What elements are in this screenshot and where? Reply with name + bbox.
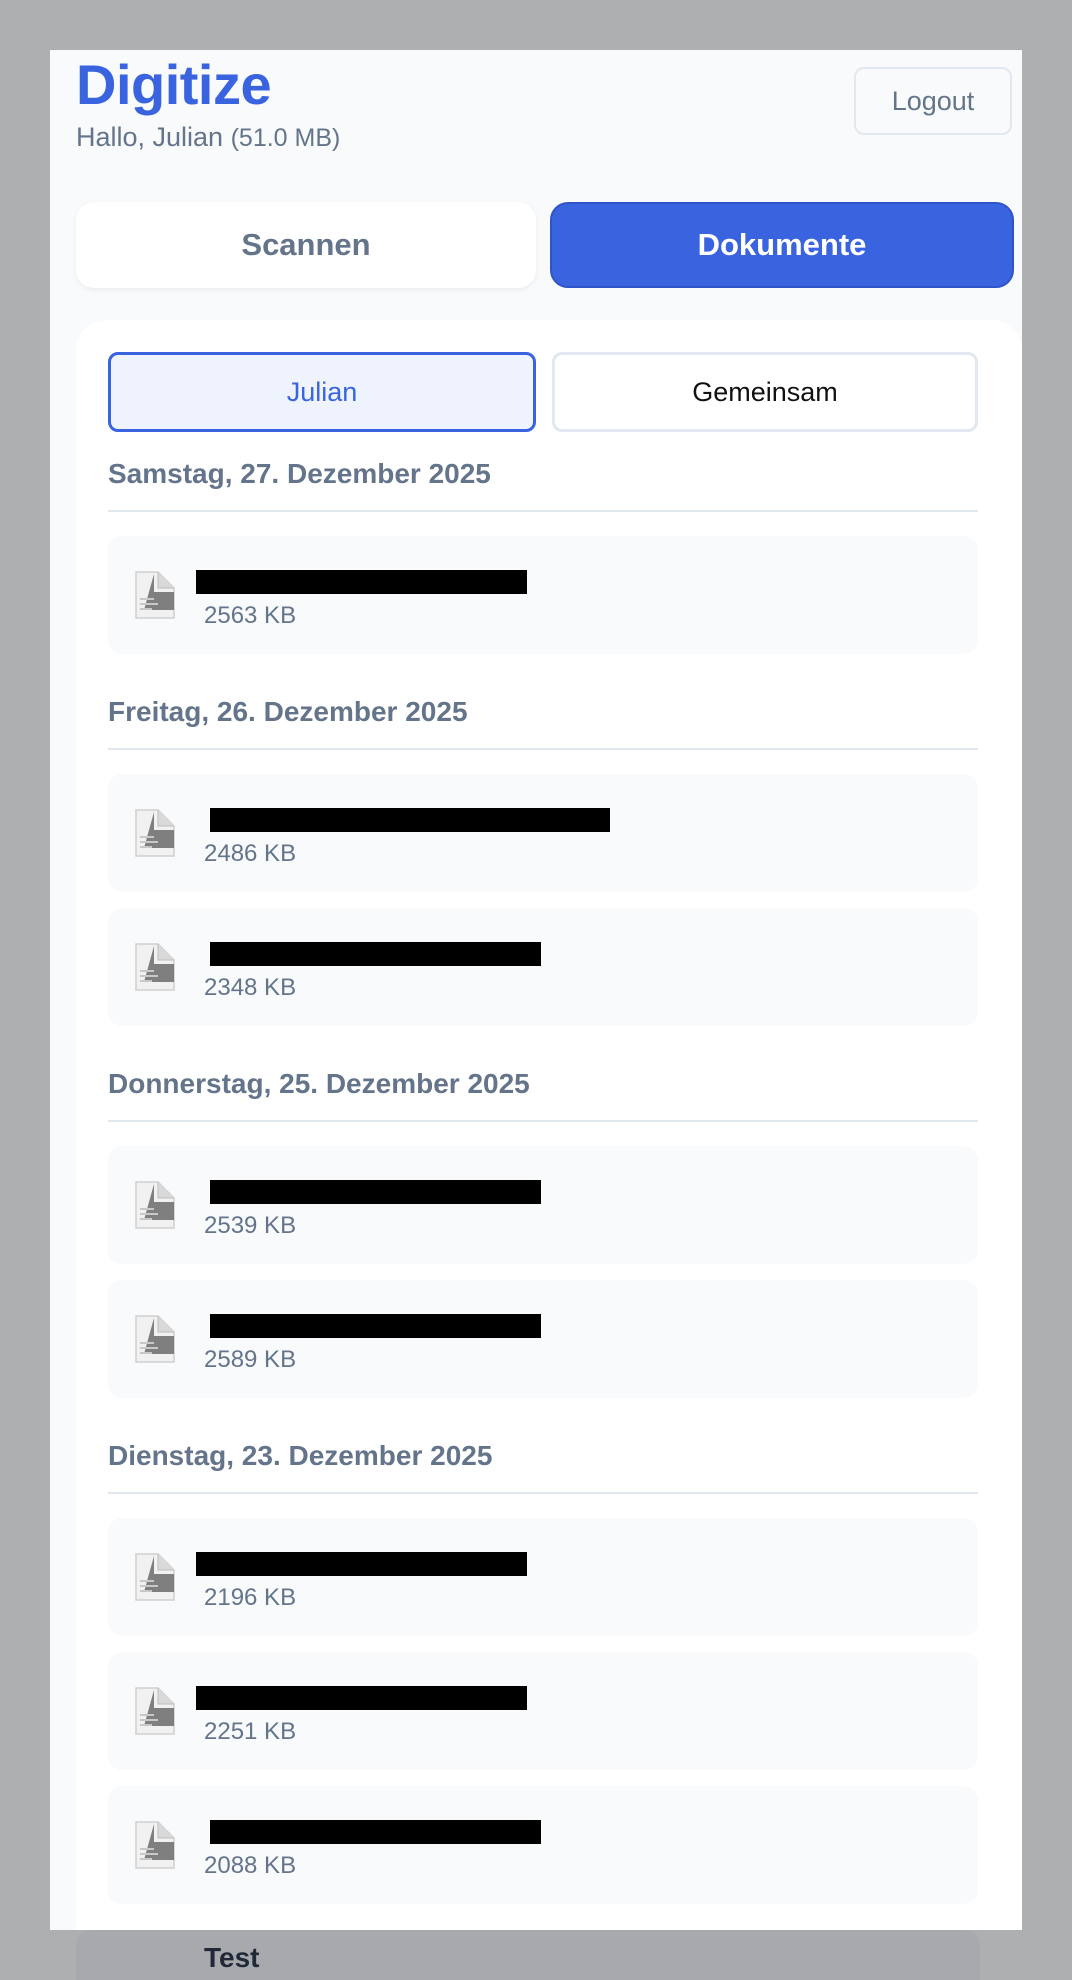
document-thumbnail-icon [134, 570, 176, 620]
document-name-redacted [210, 1314, 541, 1338]
logout-button[interactable]: Logout [854, 67, 1012, 135]
app-title: Digitize [76, 53, 272, 116]
app-frame: Digitize Hallo, Julian (51.0 MB) Logout … [50, 50, 1022, 1930]
tab-shared[interactable]: Gemeinsam [552, 352, 978, 432]
document-thumbnail-icon [134, 1820, 176, 1870]
document-item[interactable]: 2348 KB [108, 908, 978, 1026]
greeting-text: Hallo, Julian [76, 122, 224, 152]
document-item[interactable]: 2589 KB [108, 1280, 978, 1398]
date-group: Samstag, 27. Dezember 2025 2563 KB [108, 458, 978, 654]
document-name-redacted [196, 1552, 527, 1576]
document-name-redacted [210, 942, 541, 966]
documents-panel: Julian Gemeinsam Samstag, 27. Dezember 2… [76, 320, 1022, 1930]
date-group-header: Donnerstag, 25. Dezember 2025 [108, 1068, 978, 1122]
date-group: Freitag, 26. Dezember 2025 2486 KB 2348 KB [108, 696, 978, 1026]
document-name-redacted [210, 808, 610, 832]
date-group-header: Samstag, 27. Dezember 2025 [108, 458, 978, 512]
document-size: 2589 KB [204, 1346, 297, 1373]
document-size: 2251 KB [204, 1718, 297, 1745]
header: Digitize Hallo, Julian (51.0 MB) Logout [76, 50, 1012, 160]
greeting: Hallo, Julian (51.0 MB) [76, 122, 340, 153]
document-name-redacted [196, 570, 527, 594]
document-item[interactable]: 2251 KB [108, 1652, 978, 1770]
document-thumbnail-icon [134, 808, 176, 858]
date-group: Dienstag, 23. Dezember 2025 2196 KB 2251 K… [108, 1440, 978, 1904]
document-item[interactable]: 2563 KB [108, 536, 978, 654]
document-thumbnail-icon [134, 942, 176, 992]
owner-tabs: Julian Gemeinsam [108, 352, 978, 432]
main-tabs: Scannen Dokumente [76, 202, 1014, 288]
document-size: 2348 KB [204, 974, 297, 1001]
document-thumbnail-icon [134, 1552, 176, 1602]
document-list: Samstag, 27. Dezember 2025 2563 KB Freitag… [108, 458, 978, 1930]
document-item[interactable]: 2088 KB [108, 1786, 978, 1904]
document-item[interactable]: 2539 KB [108, 1146, 978, 1264]
document-title: Test [204, 1942, 260, 1973]
date-group-header: Freitag, 26. Dezember 2025 [108, 696, 978, 750]
document-name-redacted [196, 1686, 527, 1710]
list-item-partial[interactable]: Test [76, 1930, 980, 1980]
tab-personal[interactable]: Julian [108, 352, 536, 432]
tab-documents[interactable]: Dokumente [550, 202, 1014, 288]
document-thumbnail-icon [134, 1180, 176, 1230]
document-thumbnail-icon [134, 1686, 176, 1736]
document-name-redacted [210, 1820, 541, 1844]
document-name-redacted [210, 1180, 541, 1204]
document-item[interactable]: 2196 KB [108, 1518, 978, 1636]
document-size: 2486 KB [204, 840, 297, 867]
document-size: 2563 KB [204, 602, 297, 629]
document-item[interactable]: 2486 KB [108, 774, 978, 892]
date-group-header: Dienstag, 23. Dezember 2025 [108, 1440, 978, 1494]
document-size: 2088 KB [204, 1852, 297, 1879]
document-size: 2196 KB [204, 1584, 297, 1611]
storage-quota: (51.0 MB) [230, 124, 341, 152]
document-thumbnail-icon [134, 1314, 176, 1364]
document-size: 2539 KB [204, 1212, 297, 1239]
tab-scan[interactable]: Scannen [76, 202, 536, 288]
date-group: Donnerstag, 25. Dezember 2025 2539 KB 2589… [108, 1068, 978, 1398]
